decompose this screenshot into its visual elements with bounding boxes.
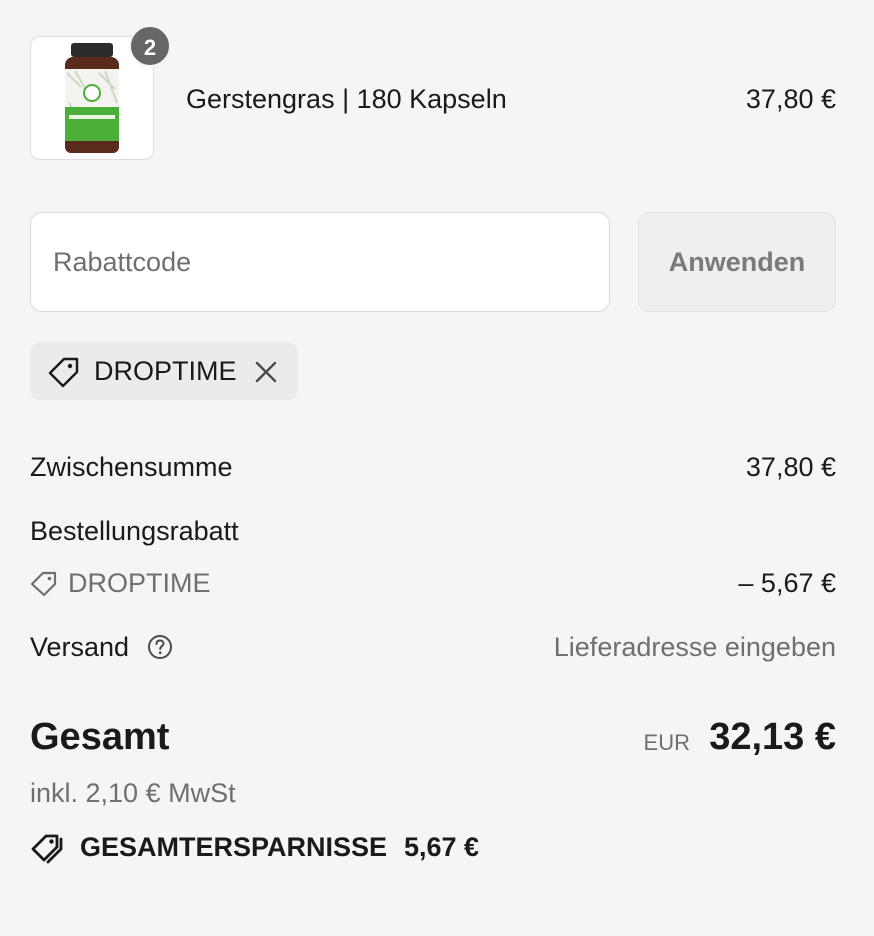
savings-label: GESAMTERSPARNISSE (80, 832, 388, 862)
shipping-value: Lieferadresse eingeben (553, 632, 836, 662)
product-thumbnail: 2 (30, 25, 171, 160)
savings-value: 5,67 € (404, 832, 480, 862)
order-discount-heading: Bestellungsrabatt (30, 516, 836, 547)
tag-icon (30, 571, 57, 597)
shipping-label: Versand (30, 632, 130, 662)
quantity-badge: 2 (129, 25, 171, 67)
discount-form: Anwenden (30, 212, 836, 314)
line-item: 2 Gerstengras | 180 Kapseln 37,80 € (30, 25, 836, 164)
tag-icon (48, 357, 79, 388)
product-bottle-image (65, 43, 119, 153)
discount-code-input[interactable] (30, 212, 610, 312)
applied-code-label: DROPTIME (94, 356, 237, 386)
subtotal-label: Zwischensumme (30, 452, 233, 482)
subtotal-row: Zwischensumme 37,80 € (30, 452, 836, 483)
tags-icon (31, 834, 63, 864)
product-price: 37,80 € (745, 84, 836, 114)
total-currency: EUR (643, 730, 690, 755)
close-icon[interactable] (252, 358, 280, 386)
applied-discount-chip: DROPTIME (30, 342, 298, 400)
shipping-row: Versand Lieferadresse eingeben (30, 632, 836, 663)
order-discount-label: Bestellungsrabatt (30, 516, 239, 546)
question-circle-icon[interactable] (146, 633, 174, 661)
apply-discount-button[interactable]: Anwenden (638, 212, 836, 312)
product-name: Gerstengras | 180 Kapseln (186, 84, 507, 114)
tax-note: inkl. 2,10 € MwSt (30, 778, 236, 808)
subtotal-value: 37,80 € (745, 452, 836, 482)
total-label: Gesamt (30, 716, 170, 758)
total-value: 32,13 € (709, 716, 836, 758)
order-summary: 2 Gerstengras | 180 Kapseln 37,80 € Anwe… (30, 25, 836, 864)
order-discount-value: – 5,67 € (738, 568, 836, 598)
order-discount-code: DROPTIME (68, 568, 211, 598)
